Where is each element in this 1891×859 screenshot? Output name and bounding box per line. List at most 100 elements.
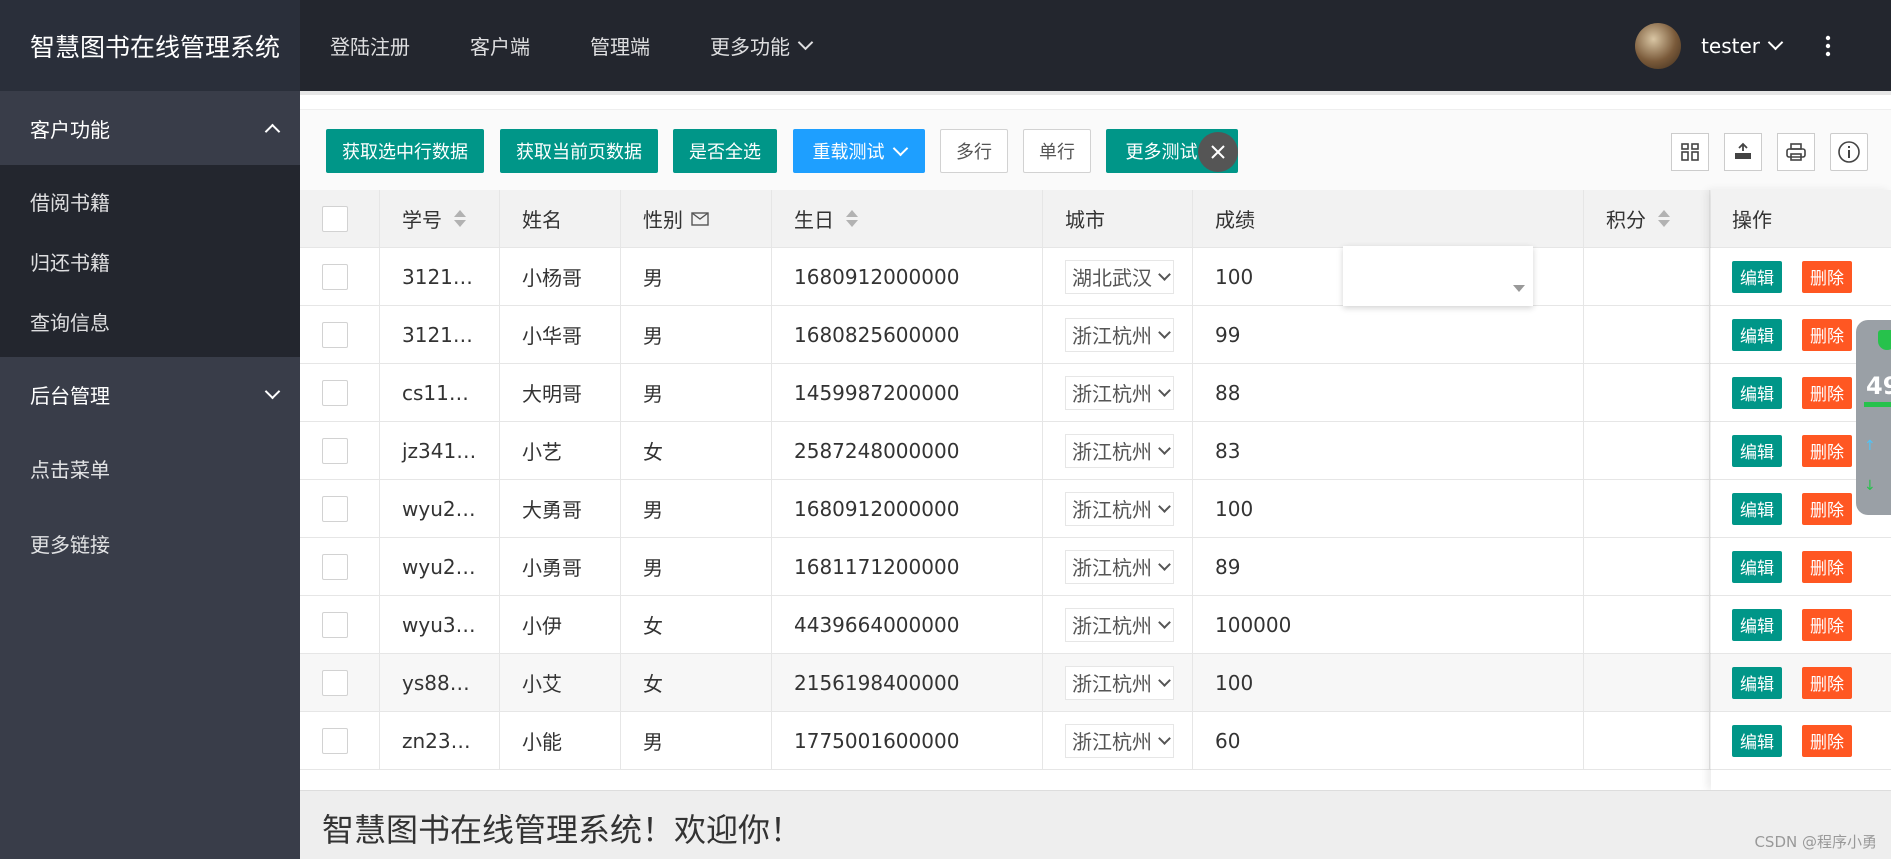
sidebar-item-click-menu[interactable]: 点击菜单 (0, 431, 300, 506)
edit-button[interactable]: 编辑 (1732, 260, 1782, 293)
print-button[interactable] (1777, 133, 1815, 171)
sort-icon[interactable] (846, 210, 858, 227)
nav-more-features[interactable]: 更多功能 (680, 0, 841, 91)
multi-row-button[interactable]: 多行 (940, 129, 1008, 173)
sort-icon[interactable] (454, 210, 466, 227)
edit-button[interactable]: 编辑 (1732, 434, 1782, 467)
cell-gender: 男 (621, 306, 772, 363)
nav-client[interactable]: 客户端 (440, 0, 560, 91)
row-checkbox[interactable] (322, 263, 348, 290)
net-monitor-widget[interactable]: 49 ↑ ↓ (1856, 320, 1891, 515)
more-menu-button[interactable] (1825, 0, 1831, 91)
city-select[interactable]: 浙江杭州 (1065, 665, 1174, 700)
sidebar-item-borrow[interactable]: 借阅书籍 (0, 171, 300, 231)
select-all-checkbox[interactable] (322, 205, 348, 232)
cell-gender: 男 (621, 248, 772, 305)
app-logo[interactable]: 智慧图书在线管理系统 (0, 0, 300, 91)
column-label: 成绩 (1215, 208, 1255, 232)
city-select[interactable]: 浙江杭州 (1065, 607, 1174, 642)
table-row[interactable]: ys88… 小艾女 2156198400000 浙江杭州 100 编辑 删除 (300, 654, 1891, 712)
row-checkbox[interactable] (322, 727, 348, 754)
table-row[interactable]: wyu2… 大勇哥男 1680912000000 浙江杭州 100 编辑 删除 (300, 480, 1891, 538)
single-row-button[interactable]: 单行 (1023, 129, 1091, 173)
edit-button[interactable]: 编辑 (1732, 666, 1782, 699)
info-button[interactable] (1830, 133, 1868, 171)
cell-score: 99 (1193, 306, 1584, 363)
city-select[interactable]: 浙江杭州 (1065, 723, 1174, 758)
user-menu[interactable]: tester (1701, 34, 1784, 58)
cell-name: 小能 (500, 712, 621, 769)
city-value: 浙江杭州 (1072, 556, 1152, 580)
table-row[interactable]: wyu2… 小勇哥男 1681171200000 浙江杭州 89 编辑 删除 (300, 538, 1891, 596)
row-checkbox[interactable] (322, 495, 348, 522)
delete-button[interactable]: 删除 (1802, 492, 1852, 525)
cell-score: 100 (1193, 654, 1584, 711)
nav-label: 客户端 (470, 35, 530, 59)
city-value: 浙江杭州 (1072, 498, 1152, 522)
table-row[interactable]: jz341… 小艺女 2587248000000 浙江杭州 83 编辑 删除 (300, 422, 1891, 480)
sidebar-item-return[interactable]: 归还书籍 (0, 231, 300, 291)
sidebar-group-backend[interactable]: 后台管理 (0, 357, 300, 431)
table-row[interactable]: wyu3… 小伊女 4439664000000 浙江杭州 100000 编辑 删除 (300, 596, 1891, 654)
get-checked-rows-button[interactable]: 获取选中行数据 (326, 129, 484, 173)
header-points[interactable]: 积分 (1584, 190, 1710, 247)
edit-button[interactable]: 编辑 (1732, 492, 1782, 525)
delete-button[interactable]: 删除 (1802, 376, 1852, 409)
chevron-down-icon (264, 383, 281, 399)
row-checkbox[interactable] (322, 611, 348, 638)
column-label: 姓名 (522, 208, 562, 232)
table-row[interactable]: zn23… 小能男 1775001600000 浙江杭州 60 编辑 删除 (300, 712, 1891, 770)
city-select[interactable]: 湖北武汉 (1065, 259, 1174, 294)
delete-button[interactable]: 删除 (1802, 434, 1852, 467)
footer: 智慧图书在线管理系统！欢迎你！ CSDN @程序小勇 (300, 790, 1891, 859)
delete-button[interactable]: 删除 (1802, 724, 1852, 757)
header-actions: 操作 (1710, 190, 1891, 247)
delete-button[interactable]: 删除 (1802, 318, 1852, 351)
nav-login-register[interactable]: 登陆注册 (300, 0, 440, 91)
delete-button[interactable]: 删除 (1802, 550, 1852, 583)
nav-admin[interactable]: 管理端 (560, 0, 680, 91)
column-label: 性别 (643, 208, 683, 232)
avatar[interactable] (1635, 22, 1682, 69)
nav-label: 登陆注册 (330, 35, 410, 59)
city-select[interactable]: 浙江杭州 (1065, 549, 1174, 584)
city-select[interactable]: 浙江杭州 (1065, 375, 1174, 410)
header-student-id[interactable]: 学号 (380, 190, 500, 247)
edit-button[interactable]: 编辑 (1732, 550, 1782, 583)
table-row[interactable]: 3121… 小杨哥男 1680912000000 湖北武汉 100 编辑 删除 (300, 248, 1891, 306)
row-checkbox[interactable] (322, 669, 348, 696)
row-checkbox[interactable] (322, 553, 348, 580)
cell-points (1584, 480, 1710, 537)
edit-button[interactable]: 编辑 (1732, 318, 1782, 351)
sort-icon[interactable] (1658, 210, 1670, 227)
edit-button[interactable]: 编辑 (1732, 376, 1782, 409)
row-checkbox[interactable] (322, 321, 348, 348)
table-row[interactable]: 3121… 小华哥男 1680825600000 浙江杭州 99 编辑 删除 (300, 306, 1891, 364)
edit-button[interactable]: 编辑 (1732, 724, 1782, 757)
edit-button[interactable]: 编辑 (1732, 608, 1782, 641)
reload-test-dropdown[interactable]: 重载测试 (793, 129, 925, 173)
city-select[interactable]: 浙江杭州 (1065, 491, 1174, 526)
city-select[interactable]: 浙江杭州 (1065, 433, 1174, 468)
sidebar-item-more-links[interactable]: 更多链接 (0, 506, 300, 581)
get-page-data-button[interactable]: 获取当前页数据 (500, 129, 658, 173)
popup-close-button[interactable] (1198, 132, 1238, 172)
cell-gender: 男 (621, 364, 772, 421)
is-all-checked-button[interactable]: 是否全选 (673, 129, 777, 173)
table-row[interactable]: cs11… 大明哥男 1459987200000 浙江杭州 88 编辑 删除 (300, 364, 1891, 422)
sidebar-group-customer[interactable]: 客户功能 (0, 91, 300, 165)
cell-points (1584, 712, 1710, 769)
delete-button[interactable]: 删除 (1802, 666, 1852, 699)
delete-button[interactable]: 删除 (1802, 260, 1852, 293)
row-checkbox[interactable] (322, 437, 348, 464)
cell-student-id: wyu3… (380, 596, 500, 653)
delete-button[interactable]: 删除 (1802, 608, 1852, 641)
header-birthday[interactable]: 生日 (772, 190, 1043, 247)
row-checkbox[interactable] (322, 379, 348, 406)
export-button[interactable] (1724, 133, 1762, 171)
cell-score: 60 (1193, 712, 1584, 769)
columns-filter-button[interactable] (1671, 133, 1709, 171)
sidebar-item-query[interactable]: 查询信息 (0, 291, 300, 351)
city-select[interactable]: 浙江杭州 (1065, 317, 1174, 352)
cell-name: 小杨哥 (500, 248, 621, 305)
